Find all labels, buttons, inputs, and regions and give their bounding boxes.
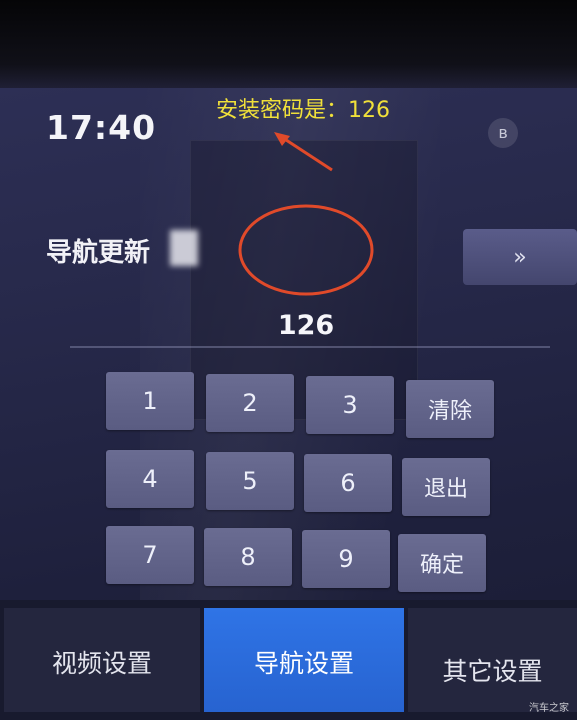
tab-other-settings[interactable]: 其它设置 [408,608,577,712]
key-2[interactable]: 2 [206,374,294,432]
clock: 17:40 [46,108,157,147]
annotation-arrow [274,132,333,172]
screen-bezel [0,0,577,92]
key-4[interactable]: 4 [106,450,194,508]
tab-video-settings[interactable]: 视频设置 [4,608,200,712]
key-9[interactable]: 9 [302,530,390,588]
exit-button[interactable]: 退出 [402,458,490,516]
dropdown-button[interactable]: » [463,229,577,285]
confirm-button[interactable]: 确定 [398,534,486,592]
title-occluder [170,230,198,266]
key-3[interactable]: 3 [306,376,394,434]
key-6[interactable]: 6 [304,454,392,512]
key-7[interactable]: 7 [106,526,194,584]
key-1[interactable]: 1 [106,372,194,430]
double-chevron-down-icon: » [513,244,527,270]
annotation-circle [238,204,374,296]
tab-navigation-settings[interactable]: 导航设置 [204,608,404,712]
password-hint: 安装密码是：126 [216,98,390,123]
clear-button[interactable]: 清除 [406,380,494,438]
watermark: 汽车之家 [529,703,569,714]
key-5[interactable]: 5 [206,452,294,510]
bluetooth-icon: ʙ [488,118,518,148]
section-title: 导航更新 [46,238,151,268]
key-8[interactable]: 8 [204,528,292,586]
separator [70,346,550,348]
head-unit-screen: 17:40 ʙ 导航更新 » 126 1 2 3 清除 4 5 6 退出 7 8… [0,88,577,720]
bottom-tab-bar: 视频设置 导航设置 其它设置 [0,600,577,720]
